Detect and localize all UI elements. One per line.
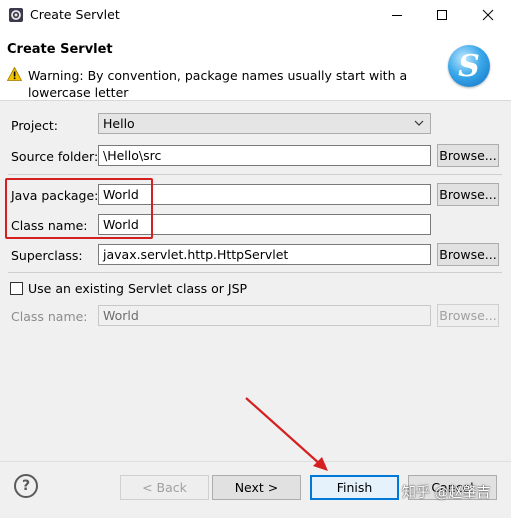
annotation-arrow [245, 397, 328, 471]
watermark: 知乎 @赵肇吉 [402, 485, 491, 501]
